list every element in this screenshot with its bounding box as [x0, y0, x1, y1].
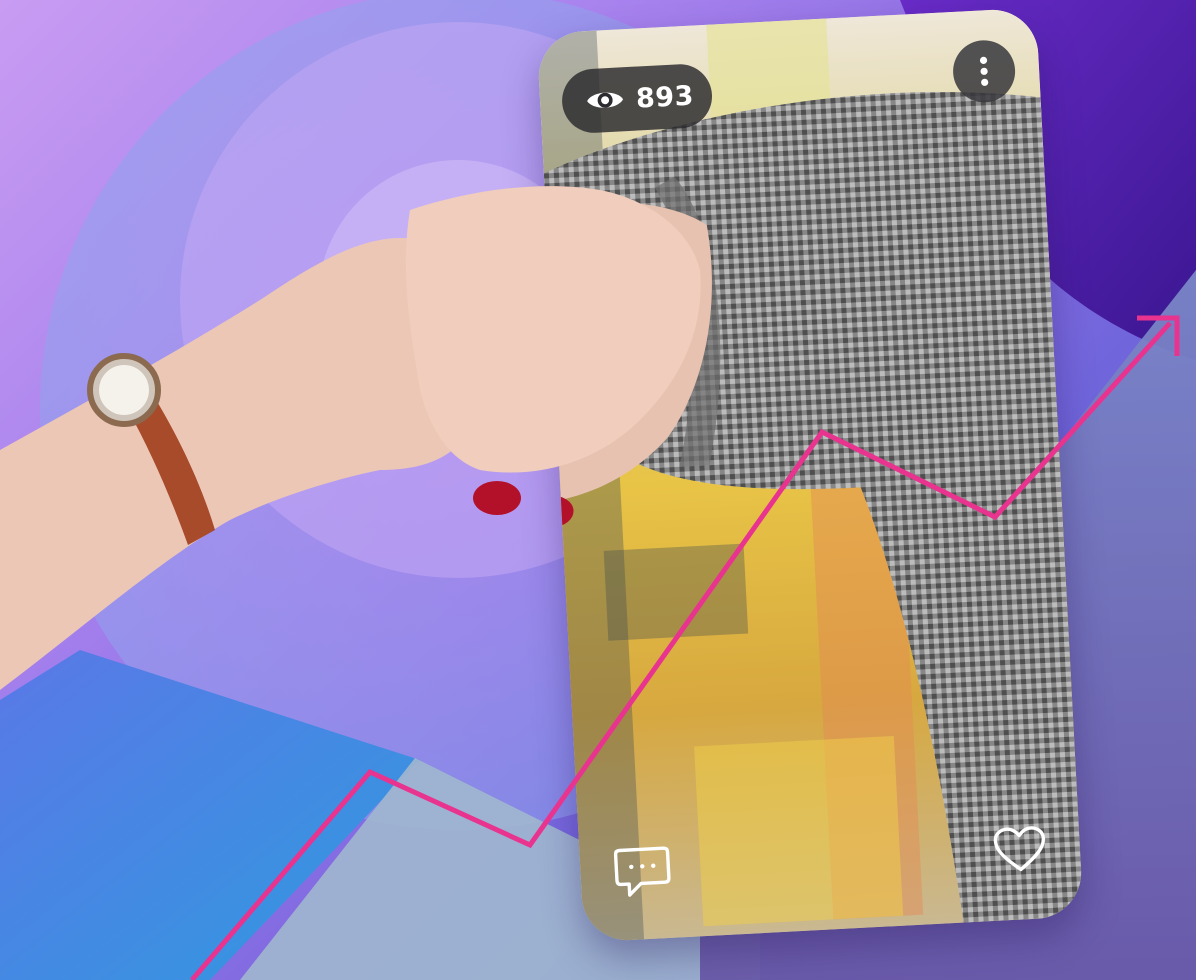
like-button[interactable] [988, 818, 1051, 881]
views-count: 893 [635, 80, 695, 115]
comment-icon [613, 846, 671, 897]
post-photo [536, 7, 1084, 943]
post-card[interactable]: 893 [536, 7, 1084, 943]
eye-icon [587, 92, 624, 108]
more-vertical-icon [979, 56, 989, 86]
comment-button[interactable] [611, 840, 674, 903]
heart-icon [993, 826, 1046, 872]
views-counter: 893 [560, 62, 714, 135]
promo-canvas: 893 [0, 0, 1196, 980]
